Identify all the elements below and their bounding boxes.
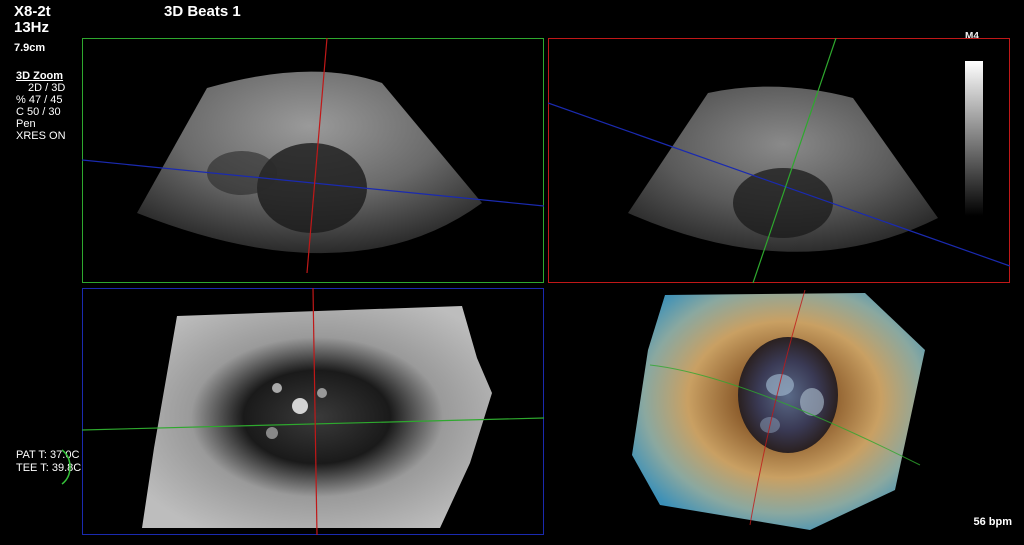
dims-label: 2D / 3D — [28, 82, 66, 94]
view-lower-left[interactable] — [82, 288, 544, 535]
thermometer-arc-icon — [61, 449, 71, 485]
preset-label: Pen — [16, 118, 36, 130]
view-upper-left[interactable] — [82, 38, 544, 283]
depth-readout: 7.9cm — [14, 42, 46, 54]
view-3d-render[interactable] — [620, 290, 940, 535]
percent-label: % 47 / 45 — [16, 94, 63, 106]
compress-label: C 50 / 30 — [16, 106, 61, 118]
probe-name: X8-2t — [14, 3, 51, 20]
frame-rate: 13Hz — [14, 19, 50, 36]
probe-info: X8-2t 13Hz — [14, 4, 51, 36]
valve-orifice — [738, 337, 838, 453]
chamber-dark — [733, 168, 833, 238]
view-upper-right[interactable] — [548, 38, 1010, 283]
heart-rate: 56 bpm — [973, 516, 1012, 528]
cross-section-image — [142, 306, 492, 528]
mode-label: 3D Zoom — [16, 70, 64, 82]
page-title: 3D Beats 1 — [164, 3, 241, 20]
xres-label: XRES ON — [16, 130, 66, 142]
imaging-params: 3D Zoom 2D / 3D % 47 / 45 C 50 / 30 Pen … — [16, 70, 66, 142]
